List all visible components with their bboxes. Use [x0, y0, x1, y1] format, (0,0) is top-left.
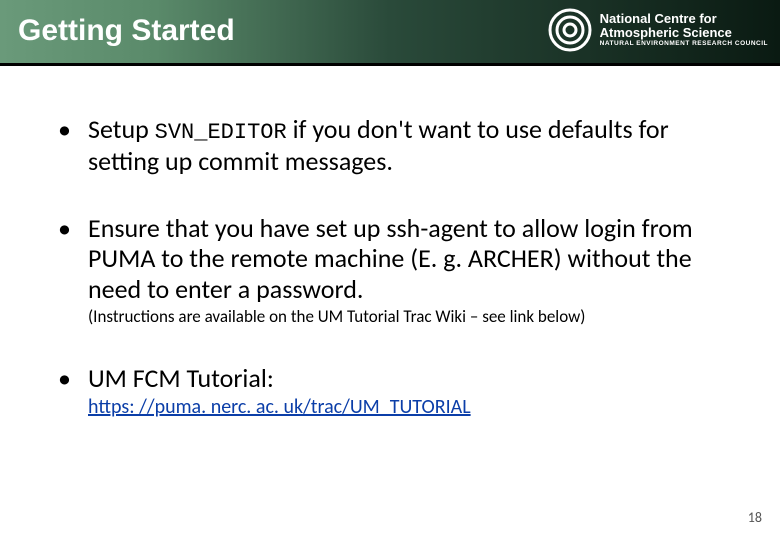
org-logo-block: National Centre for Atmospheric Science …: [548, 8, 768, 52]
bullet-3: UM FCM Tutorial: https: //puma. nerc. ac…: [58, 363, 738, 419]
slide-title: Getting Started: [18, 14, 235, 48]
bullet-2-subnote: (Instructions are available on the UM Tu…: [88, 307, 738, 327]
tutorial-link[interactable]: https: //puma. nerc. ac. uk/trac/UM_TUTO…: [88, 395, 471, 419]
bullet-2-main: Ensure that you have set up ssh-agent to…: [88, 212, 693, 305]
bullet-2: Ensure that you have set up ssh-agent to…: [58, 213, 738, 327]
slide-content: Setup SVN_EDITOR if you don't want to us…: [0, 66, 780, 419]
org-logo-text: National Centre for Atmospheric Science …: [600, 12, 768, 48]
org-name-line1: National Centre for: [600, 12, 768, 26]
org-sub: NATURAL ENVIRONMENT RESEARCH COUNCIL: [600, 41, 768, 48]
org-name-line2: Atmospheric Science: [600, 26, 768, 40]
bullet-1-code: SVN_EDITOR: [155, 120, 287, 145]
bullet-list: Setup SVN_EDITOR if you don't want to us…: [58, 114, 738, 419]
bullet-1: Setup SVN_EDITOR if you don't want to us…: [58, 114, 738, 177]
ncas-logo-icon: [548, 8, 592, 52]
page-number: 18: [748, 509, 762, 526]
slide-header: Getting Started National Centre for Atmo…: [0, 0, 780, 66]
bullet-1-pre: Setup: [88, 113, 155, 145]
bullet-3-link-line: https: //puma. nerc. ac. uk/trac/UM_TUTO…: [88, 396, 738, 420]
bullet-3-main: UM FCM Tutorial:: [88, 362, 274, 394]
